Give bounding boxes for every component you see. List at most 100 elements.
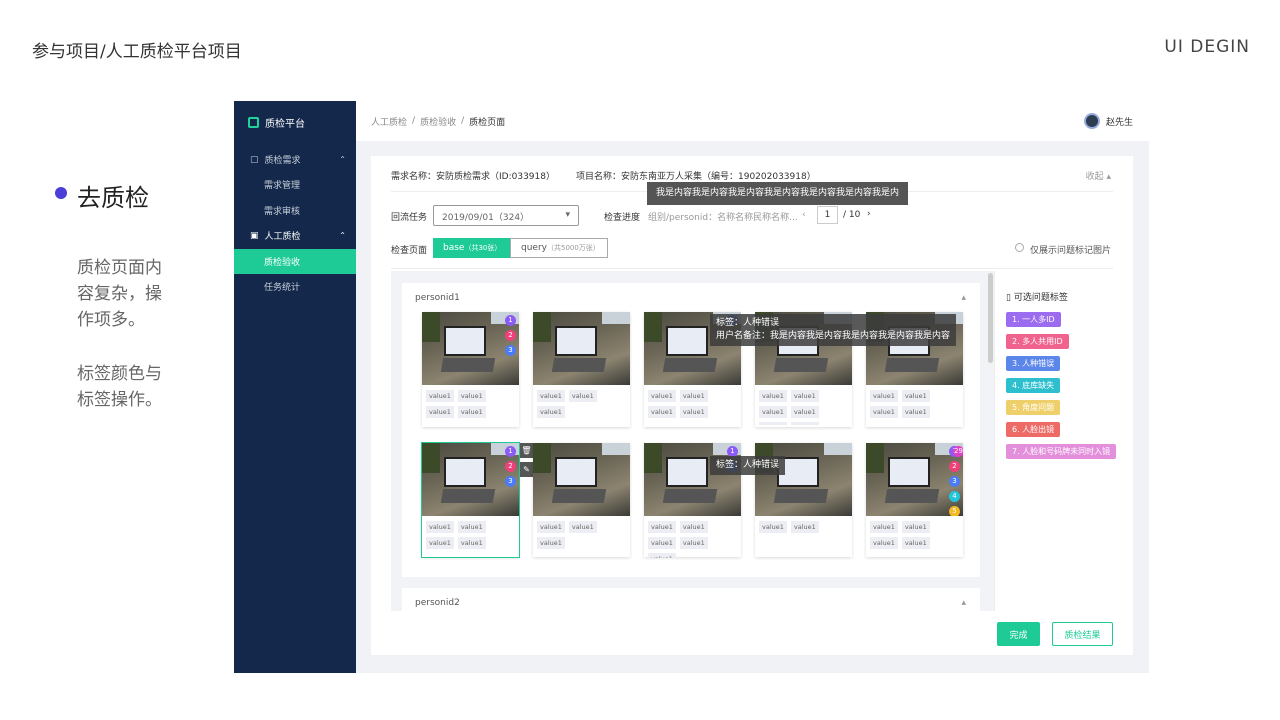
bullet-dot <box>55 187 67 199</box>
tag-badge[interactable]: 1 <box>505 446 516 457</box>
image-card[interactable]: 1 2 3 value1 value1 value1 value1 <box>422 312 519 427</box>
tag-badge[interactable]: 2 <box>505 461 516 472</box>
image-card[interactable]: 1 2 3 value1 value1 value1 value1 <box>421 442 520 558</box>
project-name: 项目名称：安防东南亚万人采集（编号：190202033918） <box>576 172 816 182</box>
group-personid1: personid1 ▴ 1 2 3 value1 value1 value1 value1 v… <box>402 283 980 577</box>
face-image[interactable] <box>533 443 630 516</box>
sidebar-group-demand[interactable]: ▢ 质检需求 ⌃ <box>234 147 356 172</box>
image-card[interactable]: value1 value1 value1 <box>533 312 630 427</box>
user-name: 赵先生 <box>1105 117 1133 128</box>
value-chip: value1 <box>790 390 819 402</box>
trash-icon[interactable]: 🗑 <box>520 443 533 458</box>
value-chip: value1 <box>679 521 708 533</box>
progress-label: 检查进度 <box>604 213 641 223</box>
chevron-up-icon: ⌃ <box>339 155 346 164</box>
issue-tag[interactable]: 5. 角度问题 <box>1006 400 1061 415</box>
face-image[interactable]: 13 <box>644 443 741 516</box>
breadcrumb-item[interactable]: 人工质检 <box>371 115 407 128</box>
face-image[interactable]: 1 2 3 <box>422 312 519 385</box>
value-chip: value1 <box>426 390 454 402</box>
tag-badge[interactable]: 29 <box>953 446 963 457</box>
breadcrumb-item[interactable]: 质检验收 <box>420 115 456 128</box>
value-chip: value1 <box>901 390 930 402</box>
edit-icon[interactable]: ✎ <box>520 462 533 477</box>
face-image[interactable] <box>533 312 630 385</box>
header: 人工质检 / 质检验收 / 质检页面 赵先生 <box>356 101 1149 141</box>
app-window: 质检平台 ▢ 质检需求 ⌃ 需求管理 需求审核 ▣ 人工质检 ⌃ 质检验收 任务统计 人… <box>234 101 1149 673</box>
sidebar-item-demand-review[interactable]: 需求审核 <box>234 198 356 223</box>
tab-query[interactable]: query （共5000万张） <box>510 238 608 258</box>
sidebar-item-task-stats[interactable]: 任务统计 <box>234 274 356 299</box>
value-chip: value1 <box>870 406 898 418</box>
issue-tag[interactable]: 7. 人脸和号码牌未同时入镜 <box>1006 444 1117 459</box>
face-image[interactable]: 1234529 <box>866 443 963 516</box>
tab-base[interactable]: base （共30张） <box>433 238 512 258</box>
face-image[interactable]: 1 2 3 <box>422 443 519 516</box>
task-label: 回流任务 <box>391 213 428 223</box>
value-chip: value1 <box>679 390 708 402</box>
issue-tag[interactable]: 4. 底库缺失 <box>1006 378 1061 393</box>
value-chip: value1 <box>759 406 787 418</box>
value-chip: value1 <box>426 521 454 533</box>
value-chip: value1 <box>537 521 565 533</box>
avatar <box>1083 113 1100 129</box>
demand-name: 需求名称：安防质检需求（ID:033918） <box>391 172 555 182</box>
qc-result-button[interactable]: 质检结果 <box>1052 622 1113 646</box>
tag-badge[interactable]: 3 <box>505 345 516 356</box>
tag-badge[interactable]: 2 <box>949 461 960 472</box>
prev-page-icon[interactable]: ‹ <box>802 210 806 220</box>
next-page-icon[interactable]: › <box>867 209 871 219</box>
value-chip: value1 <box>759 390 787 402</box>
value-chip: value1 <box>568 521 597 533</box>
issue-tag[interactable]: 1. 一人多ID <box>1006 312 1061 327</box>
slide-desc-1: 质检页面内容复杂，操作项多。 <box>77 258 162 330</box>
issue-tag[interactable]: 6. 人脸出镜 <box>1006 422 1061 437</box>
tag-badge[interactable]: 1 <box>505 315 516 326</box>
sidebar-item-demand-manage[interactable]: 需求管理 <box>234 172 356 197</box>
caret-down-icon: ▾ <box>565 210 570 220</box>
done-button[interactable]: 完成 <box>997 622 1040 646</box>
calendar-icon: ▣ <box>250 230 259 241</box>
image-card[interactable]: value1 value1 value1 <box>533 443 630 557</box>
image-card[interactable]: 1234529value1value1value1value1 <box>866 443 963 557</box>
value-chip: value1 <box>901 521 930 533</box>
value-chip: value1 <box>790 521 819 533</box>
sidebar-item-qc-accept[interactable]: 质检验收 <box>234 249 356 274</box>
issue-tag[interactable]: 2. 多人共用ID <box>1006 334 1069 349</box>
sidebar: 质检平台 ▢ 质检需求 ⌃ 需求管理 需求审核 ▣ 人工质检 ⌃ 质检验收 任务统计 <box>234 101 356 673</box>
issue-tag[interactable]: 3. 人种错误 <box>1006 356 1061 371</box>
user-menu[interactable]: 赵先生 <box>1083 113 1133 129</box>
collapse-icon[interactable]: ▴ <box>961 598 966 608</box>
tooltip: 我是内容我是内容我是内容我是内容我是内容我是内容我是内 <box>647 182 909 205</box>
group-personid2: personid2 ▴ <box>402 588 980 618</box>
collapse-button[interactable]: 收起 ▴ <box>1086 169 1111 182</box>
logo-text: 质检平台 <box>265 119 305 130</box>
value-chip: value1 <box>679 537 708 549</box>
value-chip: value1 <box>426 406 454 418</box>
value-chip: value1 <box>648 521 676 533</box>
sidebar-group-manual-qc[interactable]: ▣ 人工质检 ⌃ <box>234 223 356 248</box>
tag-badge[interactable]: 4 <box>949 491 960 502</box>
tag-badge[interactable]: 3 <box>949 476 960 487</box>
scrollbar[interactable] <box>988 273 993 363</box>
tag-badge[interactable]: 5 <box>949 506 960 516</box>
image-grid-area: personid1 ▴ 1 2 3 value1 value1 value1 value1 v… <box>391 271 994 618</box>
value-chip: value1 <box>870 537 898 549</box>
tags-panel: ▯ 可选问题标签 1. 一人多ID 2. 多人共用ID 3. 人种错误 4. 底库缺失… <box>994 271 1124 471</box>
slide-title: 参与项目/人工质检平台项目 <box>32 42 242 62</box>
task-select[interactable]: 2019/09/01（324） ▾ <box>433 205 579 226</box>
bookmark-icon: ▯ <box>1006 293 1011 303</box>
tag-badge[interactable]: 3 <box>505 476 516 487</box>
sidebar-group-label: 质检需求 <box>264 156 301 166</box>
chevron-up-icon: ⌃ <box>339 231 346 240</box>
value-chip: value1 <box>901 406 930 418</box>
page-input[interactable]: 1 <box>817 206 838 224</box>
only-flagged-radio[interactable]: 仅展示问题标记图片 <box>1014 243 1111 256</box>
value-chip: value1 <box>537 406 565 418</box>
divider <box>391 268 1113 269</box>
face-image[interactable] <box>755 443 852 516</box>
tag-badge[interactable]: 2 <box>505 330 516 341</box>
group-title: personid1 <box>415 293 460 303</box>
bullet-title: 去质检 <box>77 184 149 212</box>
collapse-icon[interactable]: ▴ <box>961 293 966 303</box>
